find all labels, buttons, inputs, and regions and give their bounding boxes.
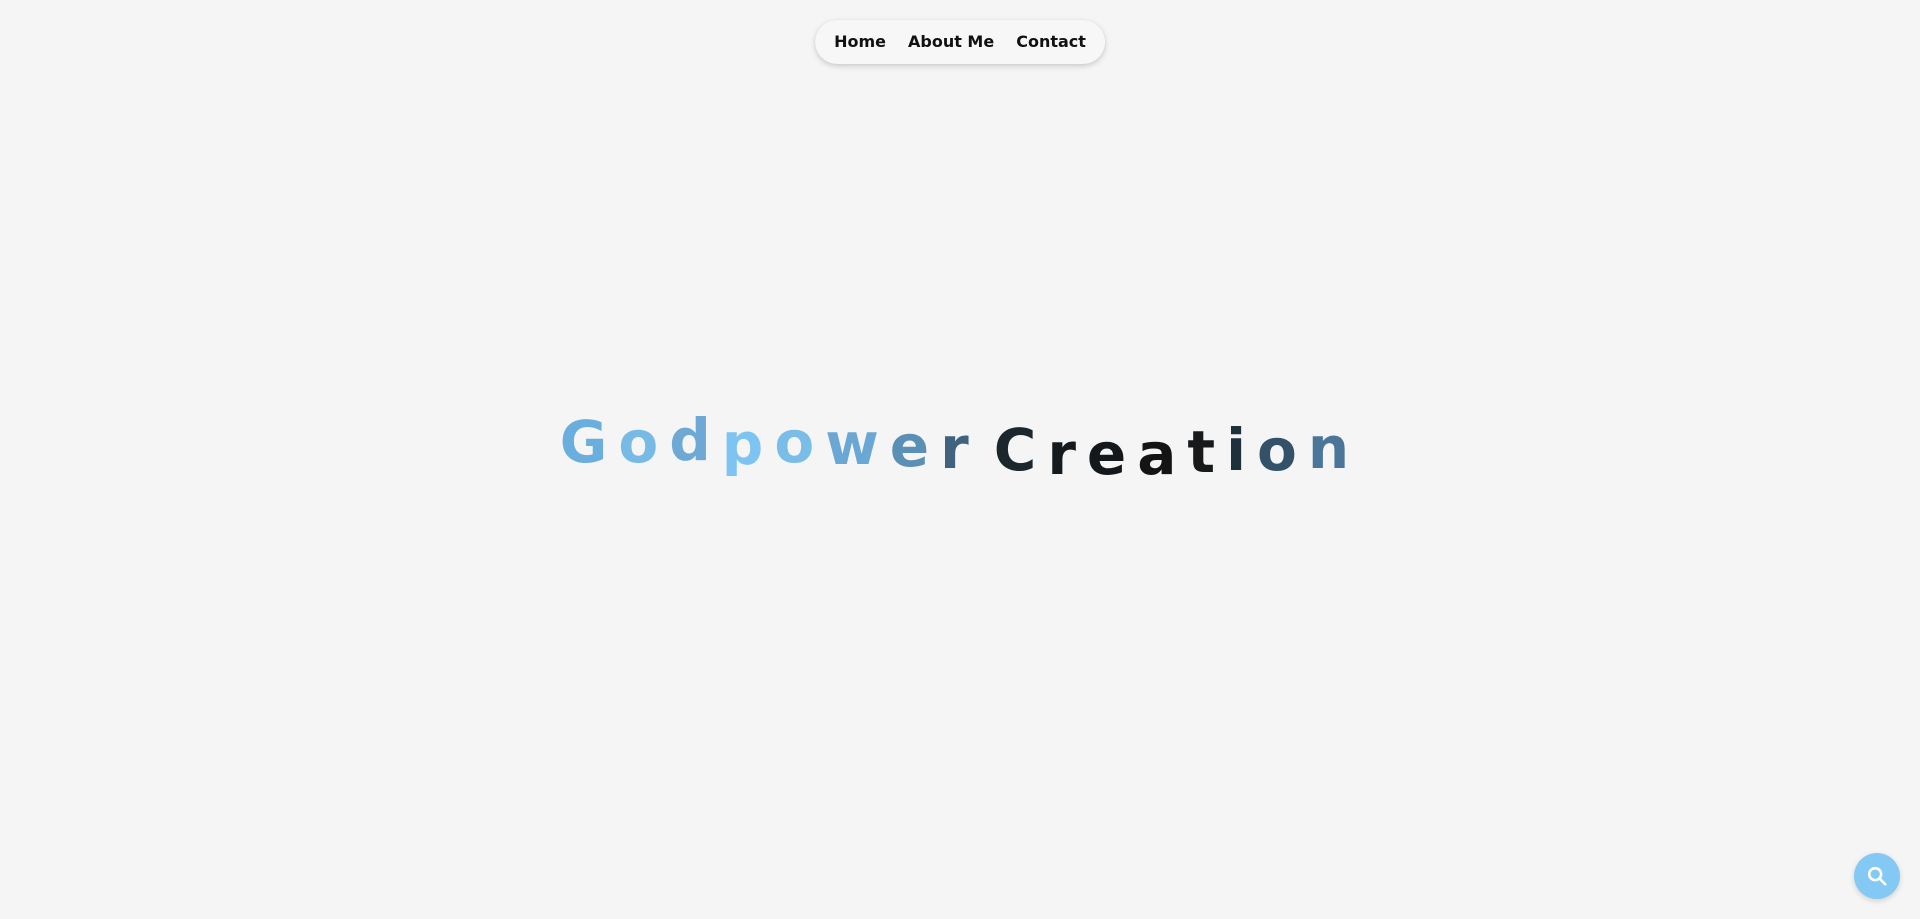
hero-title-letter: n <box>1307 414 1361 482</box>
hero-title-letter: e <box>889 412 941 480</box>
nav-link-about-me[interactable]: About Me <box>897 20 1005 64</box>
hero-title-letter: a <box>1137 420 1188 488</box>
search-icon <box>1866 865 1888 887</box>
nav-link-contact[interactable]: Contact <box>1005 20 1097 64</box>
hero-title-space <box>980 416 994 484</box>
top-nav: Home About Me Contact <box>815 20 1105 64</box>
hero-title: Godpower Creation <box>560 406 1361 488</box>
hero-title-letter: o <box>774 408 826 476</box>
hero-title-letter: o <box>618 408 670 476</box>
hero-title-letter: t <box>1187 418 1227 486</box>
hero-title-letter: w <box>825 410 890 478</box>
search-button[interactable] <box>1854 853 1900 899</box>
hero-title-letter: e <box>1086 420 1138 488</box>
hero-title-letter: r <box>1047 420 1087 488</box>
hero-title-letter: o <box>1257 416 1308 484</box>
hero-title-letter: G <box>559 408 619 476</box>
hero-title-letter: i <box>1226 416 1258 484</box>
page: Home About Me Contact Godpower Creation <box>0 0 1920 919</box>
hero-title-letter: C <box>993 416 1048 484</box>
hero-title-letter: r <box>940 414 980 482</box>
nav-link-home[interactable]: Home <box>823 20 897 64</box>
hero: Godpower Creation <box>0 405 1920 495</box>
hero-title-letter: p <box>721 410 775 478</box>
hero-title-letter: d <box>669 406 722 474</box>
